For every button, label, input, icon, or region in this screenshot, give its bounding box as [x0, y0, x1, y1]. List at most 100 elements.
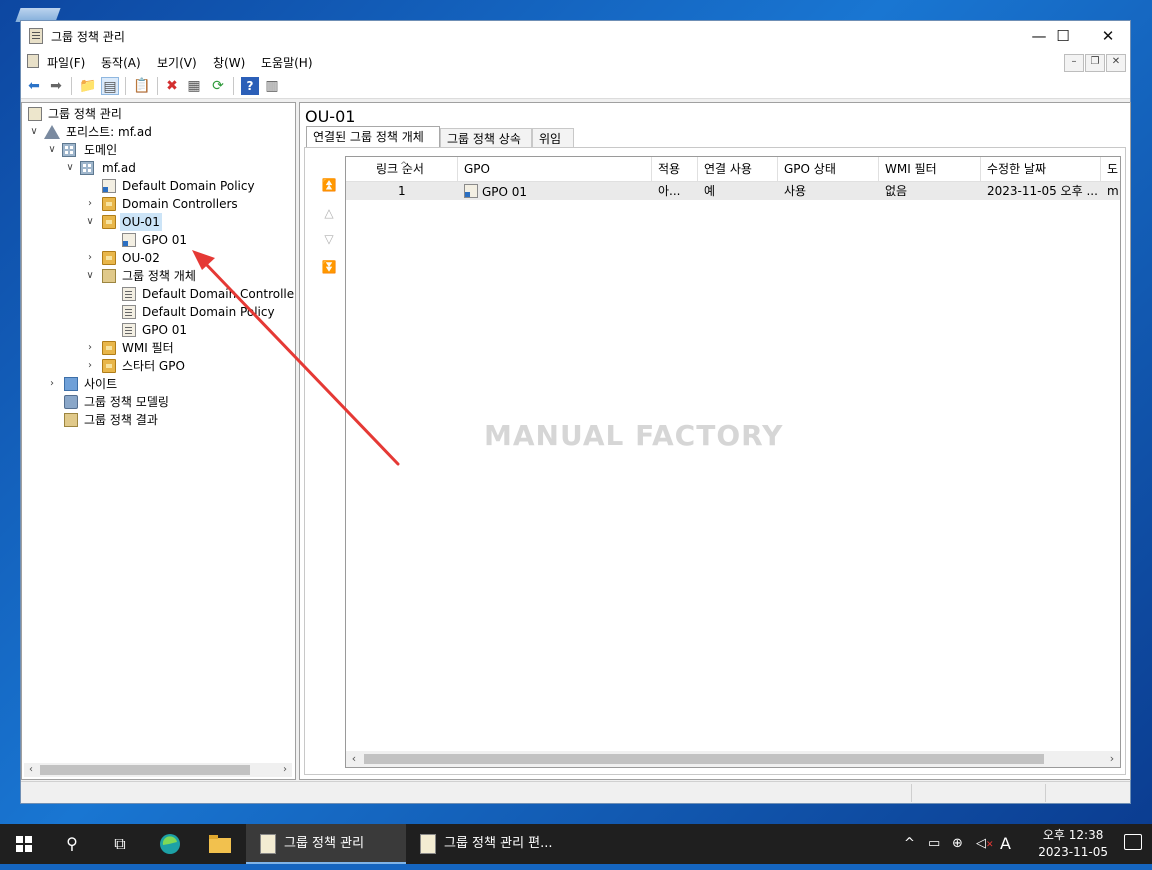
chevron-right-icon[interactable]: ›: [84, 357, 96, 375]
scroll-thumb[interactable]: [364, 754, 1044, 764]
scroll-left-icon[interactable]: ‹: [346, 752, 362, 766]
speaker-muted-icon[interactable]: ◁✕: [976, 824, 996, 864]
taskbar: ⚲ ⧉ 그룹 정책 관리 그룹 정책 관리 편... ^ ▭ ⊕ ◁✕ A 오후…: [0, 824, 1152, 864]
chevron-right-icon[interactable]: ›: [46, 375, 58, 393]
close-button[interactable]: ✕: [1085, 21, 1131, 51]
menu-help[interactable]: 도움말(H): [261, 54, 313, 71]
tree-item-label: WMI 필터: [122, 341, 174, 355]
up-folder-icon[interactable]: 📁: [79, 77, 97, 95]
column-wmi-filter[interactable]: WMI 필터: [879, 157, 981, 181]
taskbar-app-gpmc[interactable]: 그룹 정책 관리: [246, 824, 406, 864]
clipboard-icon[interactable]: 📋: [133, 77, 151, 95]
back-arrow-icon[interactable]: ⬅: [25, 77, 43, 95]
table-horizontal-scrollbar[interactable]: ‹ ›: [346, 751, 1120, 767]
battery-icon[interactable]: ▭: [928, 824, 946, 864]
delete-icon[interactable]: ✖: [163, 77, 181, 95]
column-gpo-status[interactable]: GPO 상태: [778, 157, 879, 181]
taskbar-app-label: 그룹 정책 관리: [284, 836, 365, 851]
gpo-container-icon: [102, 269, 116, 283]
tree-item-label: OU-02: [122, 251, 160, 265]
tree-item-label: Default Domain Policy: [122, 179, 255, 193]
mdi-close-icon[interactable]: ✕: [1106, 54, 1126, 72]
details-title: OU-01: [305, 107, 356, 126]
scroll-right-icon[interactable]: ›: [1104, 752, 1120, 766]
help-icon[interactable]: ?: [241, 77, 259, 95]
edge-browser-icon[interactable]: [146, 824, 194, 864]
mdi-controls: – ❐ ✕: [1063, 53, 1126, 72]
title-bar[interactable]: 그룹 정책 관리 — ☐ ✕: [21, 21, 1130, 51]
tree-item-label: 스타터 GPO: [122, 359, 185, 373]
column-link-order[interactable]: ^ 링크 순서: [346, 157, 458, 181]
tab-delegation[interactable]: 위임: [532, 128, 574, 148]
chevron-down-icon[interactable]: ∨: [64, 159, 76, 177]
taskbar-app-gpme[interactable]: 그룹 정책 관리 편...: [406, 824, 566, 864]
system-menu-icon[interactable]: [27, 54, 39, 68]
column-modified[interactable]: 수정한 날짜: [981, 157, 1101, 181]
linked-gpo-table: ^ 링크 순서 GPO 적용 연결 사용 GPO 상태 WMI 필터 수정한 날…: [345, 156, 1121, 768]
menu-bar: 파일(F) 동작(A) 보기(V) 창(W) 도움말(H) – ❐ ✕: [21, 51, 1130, 73]
tab-gpo-inheritance[interactable]: 그룹 정책 상속: [440, 128, 532, 148]
tree-domains-label: 도메인: [84, 143, 118, 157]
file-explorer-icon[interactable]: [196, 824, 244, 864]
mdi-restore-icon[interactable]: ❐: [1085, 54, 1105, 72]
menu-file[interactable]: 파일(F): [47, 54, 85, 71]
refresh-icon[interactable]: ⟳: [209, 77, 227, 95]
wmi-folder-icon: [102, 341, 116, 355]
search-icon[interactable]: ⚲: [48, 824, 96, 864]
tree-domain-label: mf.ad: [102, 161, 136, 175]
sites-icon: [64, 377, 78, 391]
show-hidden-icons-chevron-up-icon[interactable]: ^: [904, 824, 920, 864]
mdi-minimize-icon[interactable]: –: [1064, 54, 1084, 72]
tree-item-label: 그룹 정책 개체: [122, 269, 196, 283]
table-header: ^ 링크 순서 GPO 적용 연결 사용 GPO 상태 WMI 필터 수정한 날…: [346, 157, 1120, 182]
table-row[interactable]: 1 GPO 01 아... 예 사용 없음 2023-11-05 오후 ... …: [346, 182, 1120, 200]
start-windows-icon[interactable]: [0, 824, 48, 864]
gpo-link-icon: [102, 179, 116, 193]
chevron-down-icon[interactable]: ∨: [84, 267, 96, 285]
gpo-icon: [122, 287, 136, 301]
modeling-icon: [64, 395, 78, 409]
menu-action[interactable]: 동작(A): [101, 54, 141, 71]
chevron-right-icon[interactable]: ›: [84, 195, 96, 213]
notification-center-icon[interactable]: [1124, 834, 1142, 850]
show-action-pane-icon[interactable]: ▥: [263, 77, 281, 95]
maximize-button[interactable]: ☐: [1040, 21, 1086, 51]
chevron-right-icon[interactable]: ›: [84, 249, 96, 267]
column-link-enabled[interactable]: 연결 사용: [698, 157, 778, 181]
tree-horizontal-scrollbar[interactable]: ‹ ›: [24, 763, 292, 777]
status-bar: [21, 781, 1130, 803]
properties-icon[interactable]: ▦: [185, 77, 203, 95]
scroll-thumb[interactable]: [40, 765, 250, 775]
forward-arrow-icon[interactable]: ➡: [47, 77, 65, 95]
network-globe-icon[interactable]: ⊕: [952, 824, 970, 864]
show-hide-tree-icon[interactable]: ▤: [101, 77, 119, 95]
ime-indicator[interactable]: A: [1000, 824, 1016, 864]
task-view-icon[interactable]: ⧉: [96, 824, 144, 864]
starter-gpo-folder-icon: [102, 359, 116, 373]
tree-item-label: GPO 01: [142, 323, 188, 337]
column-gpo[interactable]: GPO: [458, 157, 652, 181]
taskbar-app-label: 그룹 정책 관리 편...: [444, 836, 553, 851]
cell-link-order: 1: [398, 184, 406, 198]
move-up-icon[interactable]: △: [319, 206, 339, 226]
domains-icon: [62, 143, 76, 157]
tree-item-label: Default Domain Policy: [142, 305, 275, 319]
menu-view[interactable]: 보기(V): [157, 54, 197, 71]
menu-window[interactable]: 창(W): [213, 54, 245, 71]
chevron-right-icon[interactable]: ›: [84, 339, 96, 357]
move-top-icon[interactable]: ⏫: [319, 178, 339, 198]
tab-linked-gpos[interactable]: 연결된 그룹 정책 개체: [306, 126, 440, 148]
column-enforced[interactable]: 적용: [652, 157, 698, 181]
clock[interactable]: 오후 12:38 2023-11-05: [1038, 827, 1108, 861]
scroll-left-icon[interactable]: ‹: [24, 763, 38, 777]
scroll-right-icon[interactable]: ›: [278, 763, 292, 777]
gpo-link-icon: [122, 233, 136, 247]
column-domain[interactable]: 도: [1101, 157, 1120, 181]
chevron-down-icon[interactable]: ∨: [46, 141, 58, 159]
chevron-down-icon[interactable]: ∨: [28, 123, 40, 141]
move-down-icon[interactable]: ▽: [319, 232, 339, 252]
move-bottom-icon[interactable]: ⏬: [319, 260, 339, 280]
ou-folder-icon: [102, 197, 116, 211]
chevron-down-icon[interactable]: ∨: [84, 213, 96, 231]
gpmc-icon: [28, 107, 42, 121]
